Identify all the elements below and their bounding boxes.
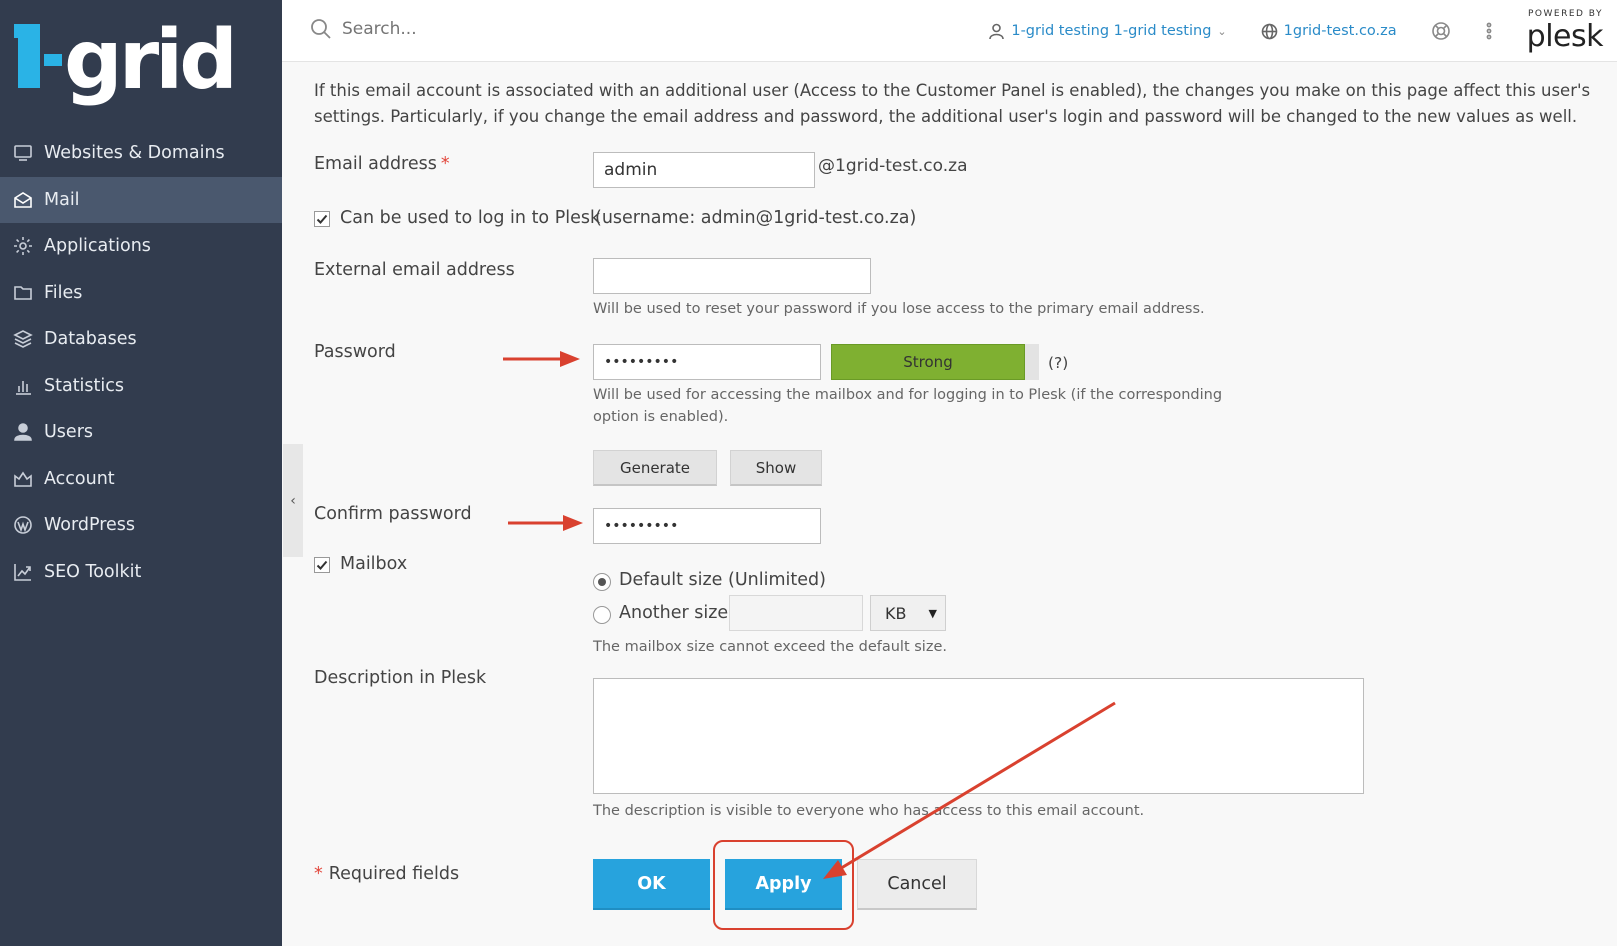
globe-icon	[1261, 23, 1277, 39]
mail-icon	[12, 189, 34, 211]
confirm-password-label: Confirm password	[314, 504, 472, 524]
database-icon	[12, 328, 34, 350]
sidebar-nav: Websites & Domains Mail Applications Fil…	[0, 130, 282, 595]
password-label: Password	[314, 342, 396, 362]
search-icon	[311, 19, 331, 39]
email-address-label: Email address *	[314, 154, 450, 174]
login-to-plesk-label: Can be used to log in to Plesk	[340, 208, 601, 228]
folder-icon	[12, 282, 34, 304]
sidebar-item-label: WordPress	[44, 515, 136, 536]
password-input[interactable]	[593, 344, 821, 380]
mailbox-size-input[interactable]	[729, 595, 863, 631]
svg-text:grid: grid	[64, 13, 234, 108]
another-size-radio[interactable]	[593, 606, 611, 624]
sidebar-item-label: Users	[44, 422, 94, 443]
plesk-wordmark: plesk	[1526, 19, 1604, 54]
sidebar-item-wordpress[interactable]: WordPress	[0, 502, 282, 549]
password-help-link[interactable]: (?)	[1048, 354, 1068, 372]
bar-chart-icon	[12, 375, 34, 397]
sidebar-item-mail[interactable]: Mail	[0, 176, 282, 223]
seo-chart-icon	[12, 561, 34, 583]
sidebar-item-label: Websites & Domains	[44, 143, 225, 164]
user-name: 1-grid testing 1-grid testing	[1011, 23, 1212, 39]
sidebar-item-label: Statistics	[44, 375, 124, 396]
generate-password-button[interactable]: Generate	[593, 450, 717, 486]
another-size-label: Another size	[619, 603, 729, 623]
user-menu[interactable]: 1-grid testing 1-grid testing ⌄	[988, 23, 1227, 40]
default-size-label: Default size (Unlimited)	[619, 570, 826, 590]
user-icon	[12, 421, 34, 443]
description-label: Description in Plesk	[314, 668, 487, 688]
account-icon	[12, 468, 34, 490]
user-icon	[989, 23, 1005, 39]
password-hint: Will be used for accessing the mailbox a…	[593, 387, 1223, 425]
more-options-button[interactable]	[1479, 21, 1499, 41]
main-content: If this email account is associated with…	[282, 62, 1617, 946]
required-fields-note: * Required fields	[314, 864, 460, 884]
kebab-menu-icon	[1486, 22, 1492, 40]
wordpress-icon	[12, 514, 34, 536]
cancel-button[interactable]: Cancel	[857, 859, 977, 910]
topbar: 1-grid testing 1-grid testing ⌄ 1grid-te…	[282, 0, 1617, 62]
intro-text: If this email account is associated with…	[314, 81, 1591, 126]
email-domain-suffix: @1grid-test.co.za	[818, 156, 968, 176]
mailbox-label: Mailbox	[340, 554, 408, 574]
brand-logo[interactable]: grid	[14, 8, 264, 118]
search-input[interactable]	[342, 19, 642, 39]
help-button[interactable]	[1431, 21, 1451, 41]
sidebar-item-label: Account	[44, 468, 115, 489]
sidebar-item-applications[interactable]: Applications	[0, 223, 282, 270]
mailbox-checkbox[interactable]	[314, 557, 330, 573]
sidebar-item-websites-domains[interactable]: Websites & Domains	[0, 130, 282, 177]
password-strength-track	[1025, 344, 1039, 380]
monitor-icon	[12, 142, 34, 164]
ok-button[interactable]: OK	[593, 859, 710, 910]
domain-name: 1grid-test.co.za	[1283, 23, 1397, 39]
chevron-down-icon: ⌄	[1217, 24, 1227, 38]
mailbox-size-hint: The mailbox size cannot exceed the defau…	[593, 639, 947, 655]
gear-icon	[12, 235, 34, 257]
size-unit-select[interactable]: KB ▼	[870, 595, 946, 631]
external-email-input[interactable]	[593, 258, 871, 294]
sidebar-item-statistics[interactable]: Statistics	[0, 363, 282, 410]
sidebar: grid Websites & Domains Mail Application…	[0, 0, 282, 946]
confirm-password-input[interactable]	[593, 508, 821, 544]
external-email-hint: Will be used to reset your password if y…	[593, 301, 1205, 317]
annotation-highlight-box	[713, 840, 854, 930]
sidebar-item-label: Files	[44, 282, 83, 303]
sidebar-item-files[interactable]: Files	[0, 270, 282, 317]
topbar-right: 1-grid testing 1-grid testing ⌄ 1grid-te…	[988, 0, 1617, 62]
powered-by-label: POWERED BY	[1527, 9, 1603, 19]
sidebar-item-users[interactable]: Users	[0, 409, 282, 456]
checkmark-icon	[316, 560, 328, 570]
default-size-radio[interactable]	[593, 573, 611, 591]
description-hint: The description is visible to everyone w…	[593, 803, 1145, 819]
sidebar-item-label: SEO Toolkit	[44, 561, 142, 582]
sidebar-item-label: Databases	[44, 329, 137, 350]
external-email-label: External email address	[314, 260, 515, 280]
dropdown-arrow-icon: ▼	[928, 606, 937, 620]
plesk-logo: POWERED BY plesk	[1526, 9, 1604, 54]
login-to-plesk-checkbox[interactable]	[314, 211, 330, 227]
email-local-part-input[interactable]	[593, 152, 815, 188]
sidebar-item-label: Applications	[44, 236, 151, 257]
sidebar-item-databases[interactable]: Databases	[0, 316, 282, 363]
lifebuoy-icon	[1431, 22, 1450, 40]
domain-link[interactable]: 1grid-test.co.za	[1261, 23, 1397, 40]
description-textarea[interactable]	[593, 678, 1364, 794]
login-username-note: (username: admin@1grid-test.co.za)	[595, 208, 917, 228]
search-box[interactable]	[310, 18, 642, 40]
sidebar-item-account[interactable]: Account	[0, 456, 282, 503]
password-strength-meter: Strong	[831, 344, 1025, 380]
sidebar-item-seo-toolkit[interactable]: SEO Toolkit	[0, 549, 282, 596]
sidebar-item-label: Mail	[44, 189, 80, 210]
checkmark-icon	[316, 214, 328, 224]
show-password-button[interactable]: Show	[730, 450, 822, 486]
